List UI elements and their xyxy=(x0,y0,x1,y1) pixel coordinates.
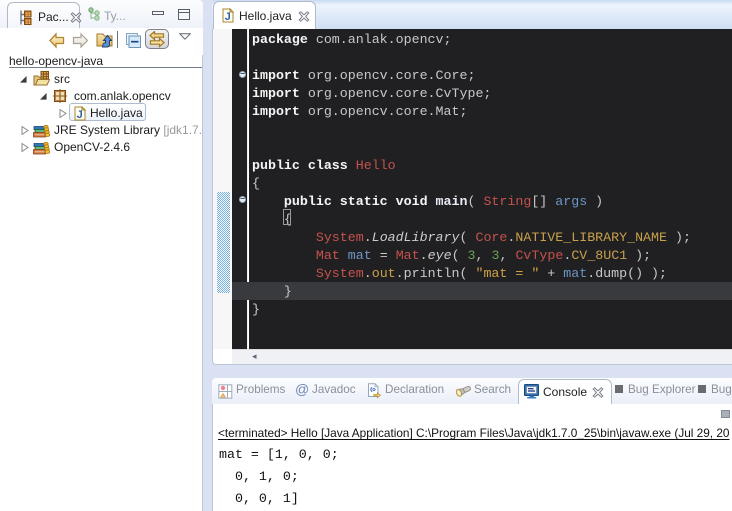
svg-text:J: J xyxy=(225,11,231,23)
svg-text:J: J xyxy=(77,109,83,121)
